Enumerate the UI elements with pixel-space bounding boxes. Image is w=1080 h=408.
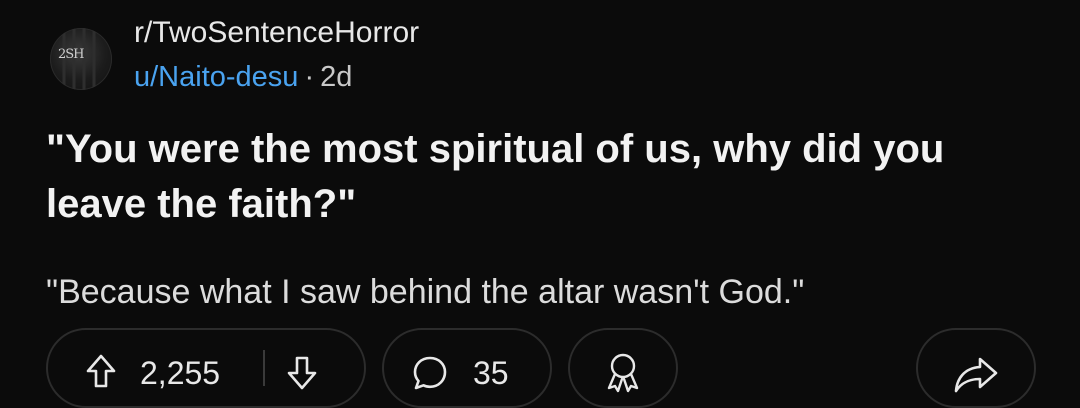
- post-card: 2SH r/TwoSentenceHorror u/Naito-desu · 2d …: [0, 0, 1080, 408]
- post-age: 2d: [320, 61, 353, 93]
- post-meta: u/Naito-desu · 2d: [134, 59, 352, 95]
- share-arrow-icon: [954, 357, 998, 393]
- vote-score: 2,255: [140, 355, 221, 391]
- speech-bubble-icon: [413, 356, 447, 390]
- community-name[interactable]: r/TwoSentenceHorror: [134, 14, 419, 52]
- author-link[interactable]: u/Naito-desu: [134, 61, 298, 93]
- post-title[interactable]: "You were the most spiritual of us, why …: [46, 122, 1046, 232]
- community-avatar[interactable]: 2SH: [50, 28, 112, 90]
- avatar-label: 2SH: [58, 47, 84, 62]
- award-ribbon-icon: [607, 353, 639, 393]
- arrow-up-icon[interactable]: [86, 354, 116, 388]
- meta-separator: ·: [304, 61, 315, 93]
- arrow-down-icon[interactable]: [287, 356, 317, 390]
- vote-divider: [263, 350, 265, 386]
- comment-button[interactable]: [382, 328, 552, 408]
- comment-count: 35: [473, 355, 509, 391]
- post-body: "Because what I saw behind the altar was…: [46, 273, 805, 311]
